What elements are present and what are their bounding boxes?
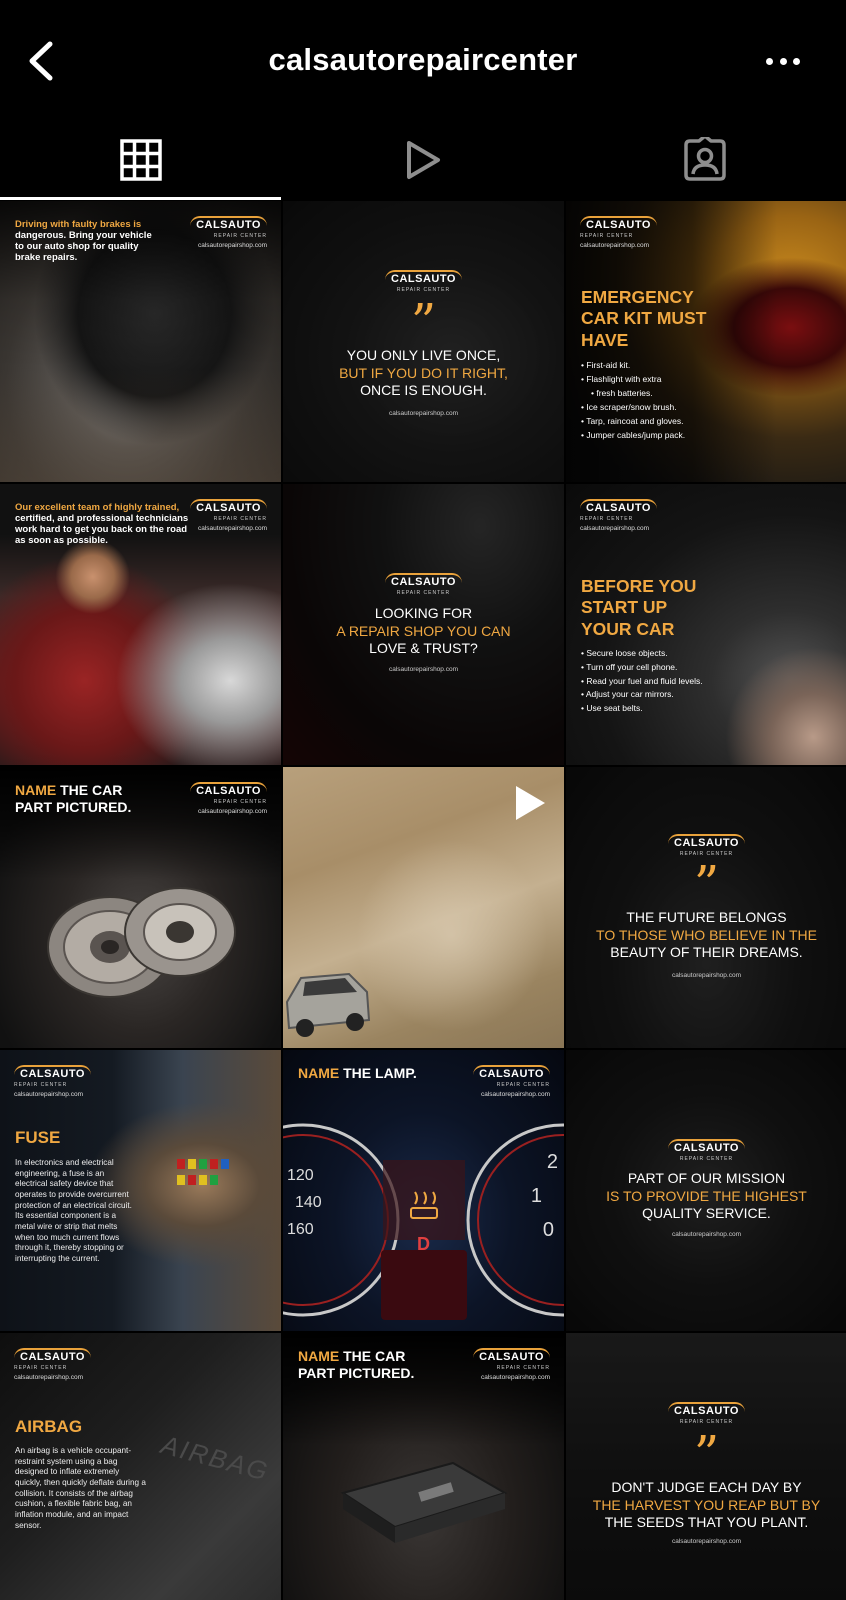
speed-scale: 120 140 160: [287, 1167, 322, 1239]
post-technician-team[interactable]: Our excellent team of highly trained, ce…: [0, 484, 281, 765]
post-quote-repair-shop[interactable]: CALSAUTO REPAIR CENTER LOOKING FOR A REP…: [283, 484, 564, 765]
quote-block: ” YOU ONLY LIVE ONCE, BUT IF YOU DO IT R…: [283, 293, 564, 417]
grid-icon: [120, 139, 162, 181]
tab-reels[interactable]: [282, 120, 564, 200]
post-headline: NAME THE CAR PART PICTURED.: [298, 1348, 415, 1381]
quote-mark-icon: ”: [693, 1425, 720, 1483]
post-quote-harvest[interactable]: CALSAUTO REPAIR CENTER ” DON'T JUDGE EAC…: [566, 1333, 846, 1600]
brand-logo: CALSAUTO REPAIR CENTER calsautorepairsho…: [473, 1347, 550, 1381]
brand-logo: CALSAUTO REPAIR CENTER calsautorepairsho…: [190, 215, 267, 249]
post-brakes[interactable]: Driving with faulty brakes is dangerous.…: [0, 201, 281, 482]
brand-logo: CALSAUTO REPAIR CENTER: [283, 572, 564, 596]
post-video-desert[interactable]: [283, 767, 564, 1048]
gear-indicator: D: [417, 1234, 430, 1254]
brand-logo: CALSAUTO REPAIR CENTER calsautorepairsho…: [580, 498, 657, 532]
video-indicator-icon: [512, 783, 548, 828]
brand-logo: CALSAUTO REPAIR CENTER calsautorepairsho…: [14, 1064, 91, 1098]
posts-grid: Driving with faulty brakes is dangerous.…: [0, 201, 846, 1600]
top-bar: calsautorepaircenter: [0, 0, 846, 120]
post-airbag[interactable]: AIRBAG CALSAUTO REPAIR CENTER calsautore…: [0, 1333, 281, 1600]
rpm-scale: 2 1 0: [530, 1151, 558, 1241]
quote-block: PART OF OUR MISSION IS TO PROVIDE THE HI…: [606, 1170, 807, 1238]
brand-logo: CALSAUTO REPAIR CENTER calsautorepairsho…: [473, 1064, 550, 1098]
tab-posts[interactable]: [0, 120, 282, 200]
post-headline: BEFORE YOU START UP YOUR CAR: [581, 576, 697, 639]
brand-logo: CALSAUTO REPAIR CENTER: [283, 269, 564, 293]
post-body-text: An airbag is a vehicle occupant-restrain…: [15, 1446, 146, 1530]
post-headline: NAME THE LAMP.: [298, 1065, 417, 1081]
fuse-box-image: [177, 1159, 229, 1185]
post-name-part-ecu[interactable]: NAME THE CAR PART PICTURED. CALSAUTO REP…: [283, 1333, 564, 1600]
post-caption: Our excellent team of highly trained, ce…: [15, 502, 189, 547]
clutch-image: [47, 887, 236, 998]
post-headline: AIRBAG: [15, 1417, 83, 1436]
post-headline: EMERGENCY CAR KIT MUST HAVE: [581, 287, 707, 350]
brand-logo: CALSAUTO REPAIR CENTER calsautorepairsho…: [190, 498, 267, 532]
post-headline: FUSE: [15, 1128, 61, 1147]
post-quote-live-once[interactable]: CALSAUTO REPAIR CENTER ” YOU ONLY LIVE O…: [283, 201, 564, 482]
post-quote-future[interactable]: CALSAUTO REPAIR CENTER ” THE FUTURE BELO…: [566, 767, 846, 1048]
post-quote-mission[interactable]: CALSAUTO REPAIR CENTER PART OF OUR MISSI…: [566, 1050, 846, 1331]
quote-block: LOOKING FOR A REPAIR SHOP YOU CAN LOVE &…: [336, 605, 511, 673]
profile-tabs: [0, 120, 846, 200]
quote-block: ” THE FUTURE BELONGS TO THOSE WHO BELIEV…: [566, 855, 846, 979]
play-icon: [407, 141, 440, 179]
tagged-person-icon: [684, 137, 726, 181]
quote-mark-icon: ”: [693, 855, 720, 913]
post-before-start[interactable]: CALSAUTO REPAIR CENTER calsautorepairsho…: [566, 484, 846, 765]
brand-logo: CALSAUTO REPAIR CENTER: [566, 833, 846, 857]
post-fuse[interactable]: CALSAUTO REPAIR CENTER calsautorepairsho…: [0, 1050, 281, 1331]
kit-list: First-aid kit. Flashlight with extra fre…: [581, 358, 685, 442]
active-tab-indicator: [0, 197, 281, 200]
instrument-cluster-image: [283, 1123, 564, 1320]
tab-tagged[interactable]: [564, 120, 846, 200]
post-name-lamp[interactable]: 120 140 160 2 1 0 D NAME THE LAMP. CALSA…: [283, 1050, 564, 1331]
quote-mark-icon: ”: [410, 293, 437, 351]
post-caption: Driving with faulty brakes is dangerous.…: [15, 219, 152, 264]
ecu-image: [340, 1461, 508, 1543]
post-body-text: In electronics and electrical engineerin…: [15, 1158, 132, 1263]
brand-logo: CALSAUTO REPAIR CENTER: [566, 1401, 846, 1425]
profile-username: calsautorepaircenter: [268, 42, 578, 77]
post-headline: NAME THE CAR PART PICTURED.: [15, 782, 132, 815]
suv-image: [285, 972, 371, 1037]
post-name-part-clutch[interactable]: NAME THE CAR PART PICTURED. CALSAUTO REP…: [0, 767, 281, 1048]
brand-logo: CALSAUTO REPAIR CENTER calsautorepairsho…: [14, 1347, 91, 1381]
post-emergency-kit[interactable]: CALSAUTO REPAIR CENTER calsautorepairsho…: [566, 201, 846, 482]
brand-logo: CALSAUTO REPAIR CENTER calsautorepairsho…: [190, 781, 267, 815]
checklist: Secure loose objects. Turn off your cell…: [581, 647, 703, 716]
quote-block: ” DON'T JUDGE EACH DAY BY THE HARVEST YO…: [566, 1425, 846, 1545]
brand-logo: CALSAUTO REPAIR CENTER calsautorepairsho…: [580, 215, 657, 249]
brand-logo: CALSAUTO REPAIR CENTER: [566, 1138, 846, 1162]
more-options-icon[interactable]: [766, 54, 800, 68]
